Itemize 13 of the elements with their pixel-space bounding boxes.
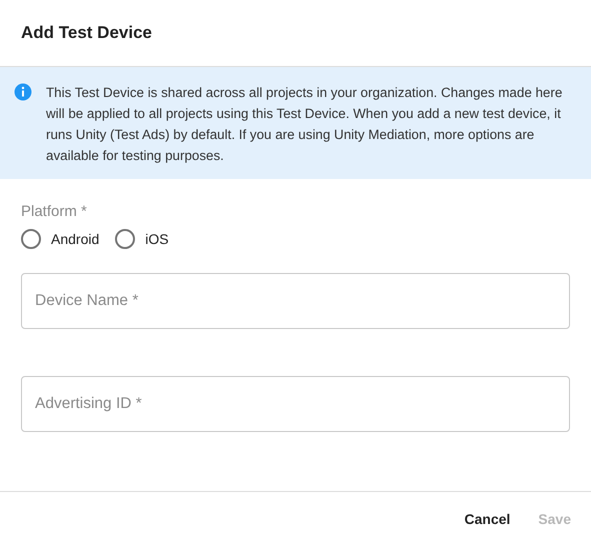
radio-label: Android [51,231,100,247]
info-icon [14,83,32,101]
radio-icon[interactable] [115,229,136,249]
platform-label: Platform * [21,203,88,220]
info-text: This Test Device is shared across all projects in your organization. Changes made here will be applied to all projects using this Test Device. When you add a new test device, it runs Unity (Test Ads) by default. If you are using Unity Mediation, more options are available for testing purposes. [46,84,564,163]
dialog-title: Add Test Device [21,23,152,43]
platform-radio[interactable]: iOS [115,229,169,249]
radio-icon[interactable] [21,229,41,249]
radio-label: iOS [145,231,169,247]
dialog-button[interactable]: Cancel [454,504,520,532]
text-field[interactable]: Device Name * [21,273,570,329]
text-field[interactable]: Advertising ID * [21,376,570,432]
platform-radio[interactable]: Android [21,229,100,249]
